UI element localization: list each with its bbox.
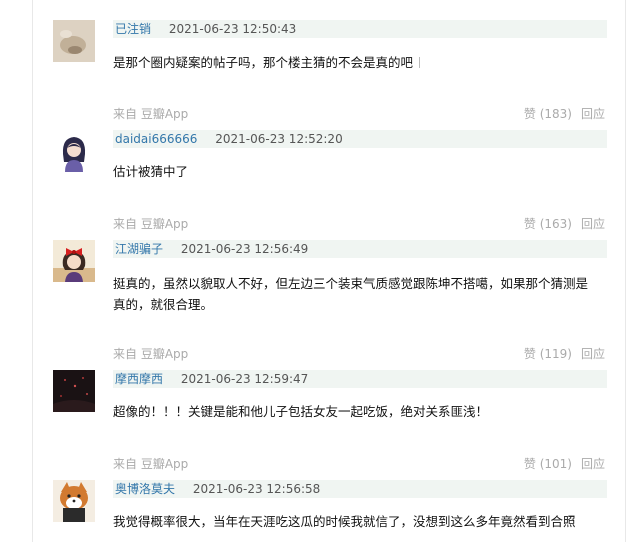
comment-timestamp: 2021-06-23 12:50:43 <box>168 22 297 36</box>
cartoon-girl-avatar[interactable] <box>53 130 95 172</box>
comment-timestamp: 2021-06-23 12:52:20 <box>215 132 343 146</box>
comment-source: 来自 豆瓣App <box>113 107 189 121</box>
reply-button[interactable]: 回应 <box>581 107 605 121</box>
comment-text: 估计被猜中了 <box>113 164 189 179</box>
anime-girl-red-bow-avatar[interactable] <box>53 240 95 282</box>
comment-footer: 来自 豆瓣App 赞 (163) 回应 <box>113 215 605 233</box>
blurred-photo-avatar[interactable] <box>53 20 95 62</box>
comment-meta: 已注销 2021-06-23 12:50:43 <box>113 20 607 38</box>
reply-button[interactable]: 回应 <box>581 347 605 361</box>
comment-author-link[interactable]: 已注销 <box>115 22 151 36</box>
comment-meta: 奥博洛莫夫 2021-06-23 12:56:58 <box>113 480 607 498</box>
dark-night-avatar[interactable] <box>53 370 95 412</box>
comment-author-link[interactable]: 摩西摩西 <box>115 372 163 386</box>
like-button[interactable]: 赞 (163) <box>524 217 572 231</box>
like-button[interactable]: 赞 (183) <box>524 107 572 121</box>
reply-button[interactable]: 回应 <box>581 217 605 231</box>
comment-text: 挺真的，虽然以貌取人不好，但左边三个装束气质感觉跟陈坤不搭噶，如果那个猜测是真的… <box>113 276 589 312</box>
comment-author-link[interactable]: daidai666666 <box>115 132 197 146</box>
comment-actions: 赞 (101) 回应 <box>524 455 605 473</box>
text-cursor <box>419 57 421 68</box>
shiba-dog-avatar[interactable] <box>53 480 95 522</box>
comment-text: 超像的！！！关键是能和他儿子包括女友一起吃饭，绝对关系匪浅！ <box>113 404 489 419</box>
comment-actions: 赞 (163) 回应 <box>524 215 605 233</box>
like-button[interactable]: 赞 (119) <box>524 347 572 361</box>
comment-footer: 来自 豆瓣App 赞 (183) 回应 <box>113 105 605 123</box>
like-button[interactable]: 赞 (101) <box>524 457 572 471</box>
comment-timestamp: 2021-06-23 12:56:49 <box>180 242 309 256</box>
comment-source: 来自 豆瓣App <box>113 457 189 471</box>
comment-list: 已注销 2021-06-23 12:50:43 是那个圈内疑案的帖子吗，那个楼主… <box>32 0 626 542</box>
comment-text: 是那个圈内疑案的帖子吗，那个楼主猜的不会是真的吧 <box>113 52 597 73</box>
comment-text: 我觉得概率很大，当年在天涯吃这瓜的时候我就信了，没想到这么多年竟然看到合照 <box>113 514 576 529</box>
comment-footer: 来自 豆瓣App 赞 (101) 回应 <box>113 455 605 473</box>
comment-meta: 摩西摩西 2021-06-23 12:59:47 <box>113 370 607 388</box>
comment-source: 来自 豆瓣App <box>113 347 189 361</box>
comment-timestamp: 2021-06-23 12:56:58 <box>192 482 321 496</box>
comment-actions: 赞 (183) 回应 <box>524 105 605 123</box>
comment-source: 来自 豆瓣App <box>113 217 189 231</box>
comment-meta: daidai666666 2021-06-23 12:52:20 <box>113 130 607 148</box>
comment-author-link[interactable]: 奥博洛莫夫 <box>115 482 175 496</box>
comment-meta: 江湖骗子 2021-06-23 12:56:49 <box>113 240 607 258</box>
reply-button[interactable]: 回应 <box>581 457 605 471</box>
comment-footer: 来自 豆瓣App 赞 (119) 回应 <box>113 345 605 363</box>
comment-actions: 赞 (119) 回应 <box>524 345 605 363</box>
comment-timestamp: 2021-06-23 12:59:47 <box>180 372 309 386</box>
comment-author-link[interactable]: 江湖骗子 <box>115 242 163 256</box>
